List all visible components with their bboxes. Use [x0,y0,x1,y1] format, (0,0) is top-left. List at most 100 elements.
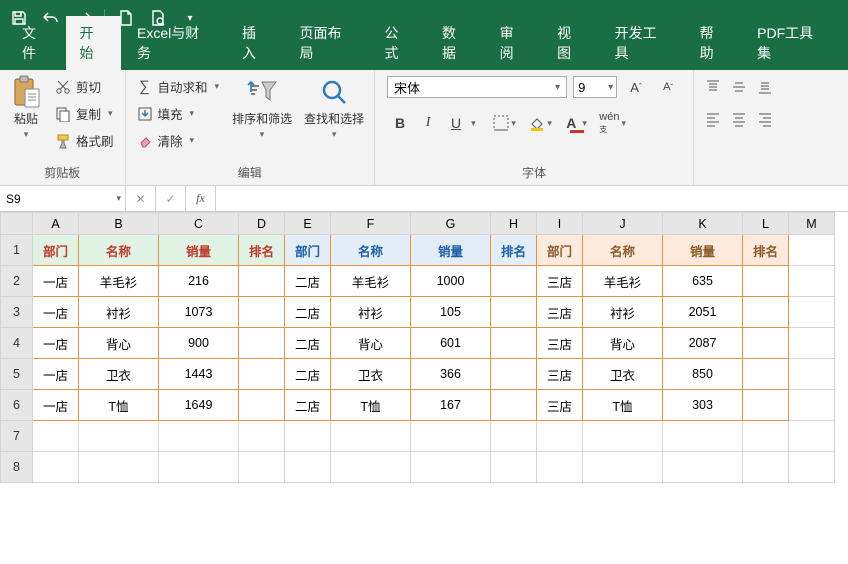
cell[interactable] [583,421,663,452]
paste-button[interactable]: 粘贴 ▾ [6,74,46,142]
cell[interactable] [663,452,743,483]
cell[interactable] [743,359,789,390]
cell[interactable]: 卫衣 [79,359,159,390]
row-header-3[interactable]: 3 [1,297,33,328]
cell[interactable]: 366 [411,359,491,390]
cell[interactable] [743,390,789,421]
cell[interactable]: 排名 [743,235,789,266]
tab-page-layout[interactable]: 页面布局 [285,16,368,70]
cell[interactable] [331,452,411,483]
cell[interactable]: 二店 [285,266,331,297]
cell[interactable]: 303 [663,390,743,421]
cell[interactable]: 601 [411,328,491,359]
cell[interactable]: 背心 [583,328,663,359]
cell[interactable]: 羊毛衫 [331,266,411,297]
cell[interactable]: 一店 [33,297,79,328]
cell[interactable] [239,297,285,328]
cell[interactable]: 一店 [33,359,79,390]
cell[interactable] [789,390,835,421]
cell[interactable] [331,421,411,452]
tab-developer[interactable]: 开发工具 [601,16,684,70]
tab-excel-finance[interactable]: Excel与财务 [123,16,226,70]
cell[interactable] [663,421,743,452]
cell[interactable] [79,452,159,483]
tab-data[interactable]: 数据 [428,16,484,70]
cell[interactable]: 排名 [491,235,537,266]
font-color-button[interactable]: A▾ [560,110,594,136]
cell[interactable] [285,452,331,483]
sort-filter-button[interactable]: 排序和筛选 ▾ [228,74,296,142]
cell[interactable]: 一店 [33,328,79,359]
align-center-icon[interactable] [726,106,752,132]
cell[interactable] [491,266,537,297]
cell[interactable] [411,452,491,483]
cell[interactable] [491,452,537,483]
fill-button[interactable]: 填充 ▾ [132,101,225,126]
cut-button[interactable]: 剪切 [50,74,119,99]
cell[interactable] [743,421,789,452]
cell[interactable] [491,390,537,421]
cell[interactable]: 1443 [159,359,239,390]
cell[interactable]: 二店 [285,297,331,328]
cell[interactable]: 名称 [331,235,411,266]
cell[interactable] [583,452,663,483]
cell[interactable]: T恤 [331,390,411,421]
col-header-E[interactable]: E [285,213,331,235]
cell[interactable]: 卫衣 [331,359,411,390]
cell[interactable]: 名称 [583,235,663,266]
col-header-B[interactable]: B [79,213,159,235]
clear-button[interactable]: 清除 ▾ [132,128,225,153]
cell[interactable]: 三店 [537,390,583,421]
cell[interactable]: 2087 [663,328,743,359]
cell[interactable] [491,421,537,452]
cell[interactable]: 1000 [411,266,491,297]
tab-file[interactable]: 文件 [8,16,64,70]
cell[interactable] [743,266,789,297]
col-header-F[interactable]: F [331,213,411,235]
cell[interactable]: 羊毛衫 [583,266,663,297]
formula-input[interactable] [216,186,848,211]
spreadsheet-grid[interactable]: ABCDEFGHIJKLM1部门名称销量排名部门名称销量排名部门名称销量排名2一… [0,212,848,483]
name-box[interactable]: S9 ▾ [0,186,126,211]
cell[interactable] [79,421,159,452]
font-size-select[interactable]: 9 [573,76,617,98]
align-bottom-icon[interactable] [752,74,778,100]
tab-help[interactable]: 帮助 [686,16,742,70]
cell[interactable]: 名称 [79,235,159,266]
cell[interactable]: 部门 [537,235,583,266]
row-header-2[interactable]: 2 [1,266,33,297]
cell[interactable]: 三店 [537,297,583,328]
cell[interactable]: 三店 [537,266,583,297]
cell[interactable] [491,359,537,390]
col-header-K[interactable]: K [663,213,743,235]
fx-confirm-icon[interactable]: ✓ [156,186,186,211]
col-header-D[interactable]: D [239,213,285,235]
col-header-J[interactable]: J [583,213,663,235]
cell[interactable] [411,421,491,452]
tab-review[interactable]: 审阅 [486,16,542,70]
cell[interactable] [239,266,285,297]
cell[interactable]: 二店 [285,328,331,359]
cell[interactable]: T恤 [79,390,159,421]
cell[interactable]: 衬衫 [583,297,663,328]
fx-icon[interactable]: fx [186,186,216,211]
cell[interactable]: 一店 [33,390,79,421]
cell[interactable] [789,452,835,483]
cell[interactable]: 背心 [79,328,159,359]
cell[interactable] [239,359,285,390]
cell[interactable] [33,421,79,452]
cell[interactable] [239,452,285,483]
col-header-G[interactable]: G [411,213,491,235]
tab-insert[interactable]: 插入 [228,16,284,70]
cell[interactable]: 1073 [159,297,239,328]
find-select-button[interactable]: 查找和选择 ▾ [300,74,368,142]
cell[interactable]: 2051 [663,297,743,328]
cell[interactable] [239,421,285,452]
row-header-5[interactable]: 5 [1,359,33,390]
cell[interactable]: 635 [663,266,743,297]
cell[interactable]: 衬衫 [331,297,411,328]
col-header-L[interactable]: L [743,213,789,235]
cell[interactable]: 衬衫 [79,297,159,328]
row-header-7[interactable]: 7 [1,421,33,452]
cell[interactable] [285,421,331,452]
